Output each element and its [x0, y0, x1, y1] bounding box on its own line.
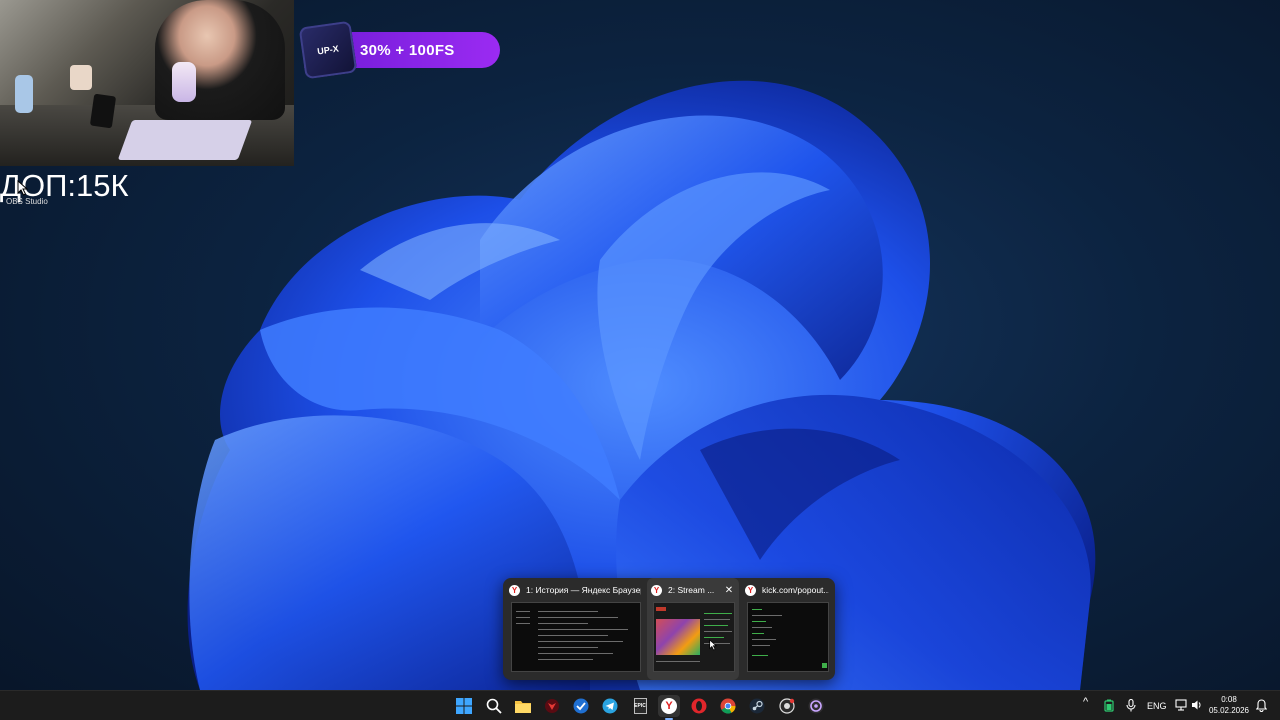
promo-text: 30% + 100FS	[360, 41, 455, 59]
thumbnail-title: 1: История — Яндекс Браузер	[526, 585, 641, 595]
windows-start-icon[interactable]	[453, 695, 475, 717]
epic-games-label: EPIC	[633, 698, 647, 714]
obs-desktop-label[interactable]: OBS Studio	[6, 197, 48, 206]
window-thumbnail-stream[interactable]: Y 2: Stream ... ✕	[647, 578, 739, 680]
webcam-overlay	[0, 0, 294, 166]
window-thumbnail-kick[interactable]: Y kick.com/popout...	[741, 578, 833, 680]
volume-icon[interactable]	[1191, 699, 1203, 711]
clock-time: 0:08	[1221, 695, 1237, 704]
webcam-microphone	[172, 62, 196, 102]
battery-icon[interactable]	[1104, 699, 1114, 712]
obs-icon[interactable]	[805, 695, 827, 717]
language-indicator[interactable]: ENG	[1147, 701, 1167, 711]
webcam-cup	[70, 65, 92, 90]
webcam-keyboard	[117, 120, 253, 160]
search-icon[interactable]	[483, 695, 505, 717]
promo-logo: UP-X	[298, 20, 358, 80]
telegram-icon[interactable]	[599, 695, 621, 717]
mouse-pointer-icon	[17, 180, 29, 196]
tray-chevron-icon[interactable]: ^	[1083, 696, 1088, 708]
thumbnail-title: 2: Stream ...	[668, 585, 715, 595]
notification-bell-icon[interactable]	[1256, 699, 1267, 712]
clock[interactable]: 0:08 05.02.2026	[1208, 694, 1250, 716]
promo-banner: UP-X 30% + 100FS	[298, 20, 500, 80]
microphone-icon[interactable]	[1126, 699, 1136, 712]
yandex-browser-icon: Y	[509, 584, 520, 596]
thumbnail-title: kick.com/popout...	[762, 585, 829, 595]
taskbar: EPIC Y ^ ENG 0:08 05.02.2026	[0, 690, 1280, 720]
file-explorer-icon[interactable]	[512, 695, 534, 717]
chrome-icon[interactable]	[717, 695, 739, 717]
webcam-phone	[89, 93, 117, 129]
thumbnail-preview	[747, 602, 829, 672]
webcam-bottle	[15, 75, 33, 113]
steam-icon[interactable]	[746, 695, 768, 717]
red-app-icon[interactable]	[541, 695, 563, 717]
epic-games-icon[interactable]: EPIC	[629, 695, 651, 717]
clock-date: 05.02.2026	[1208, 706, 1250, 715]
github-desktop-icon[interactable]	[776, 695, 798, 717]
mouse-pointer-icon	[709, 639, 718, 651]
network-icon[interactable]	[1175, 699, 1187, 711]
thumbnail-preview	[653, 602, 735, 672]
promo-logo-text: UP-X	[316, 43, 340, 57]
yandex-browser-letter: Y	[661, 698, 677, 714]
opera-icon[interactable]	[688, 695, 710, 717]
yandex-browser-icon: Y	[745, 584, 756, 596]
yandex-browser-icon[interactable]: Y	[658, 695, 680, 720]
yandex-browser-icon: Y	[651, 584, 662, 596]
close-icon[interactable]: ✕	[723, 585, 735, 596]
thumbnail-preview	[511, 602, 641, 672]
taskbar-thumbnail-popup: Y 1: История — Яндекс Браузер Y 2: Strea…	[503, 578, 835, 680]
window-thumbnail-history[interactable]: Y 1: История — Яндекс Браузер	[505, 578, 645, 680]
webcam-person	[155, 0, 285, 120]
checkmark-app-icon[interactable]	[570, 695, 592, 717]
